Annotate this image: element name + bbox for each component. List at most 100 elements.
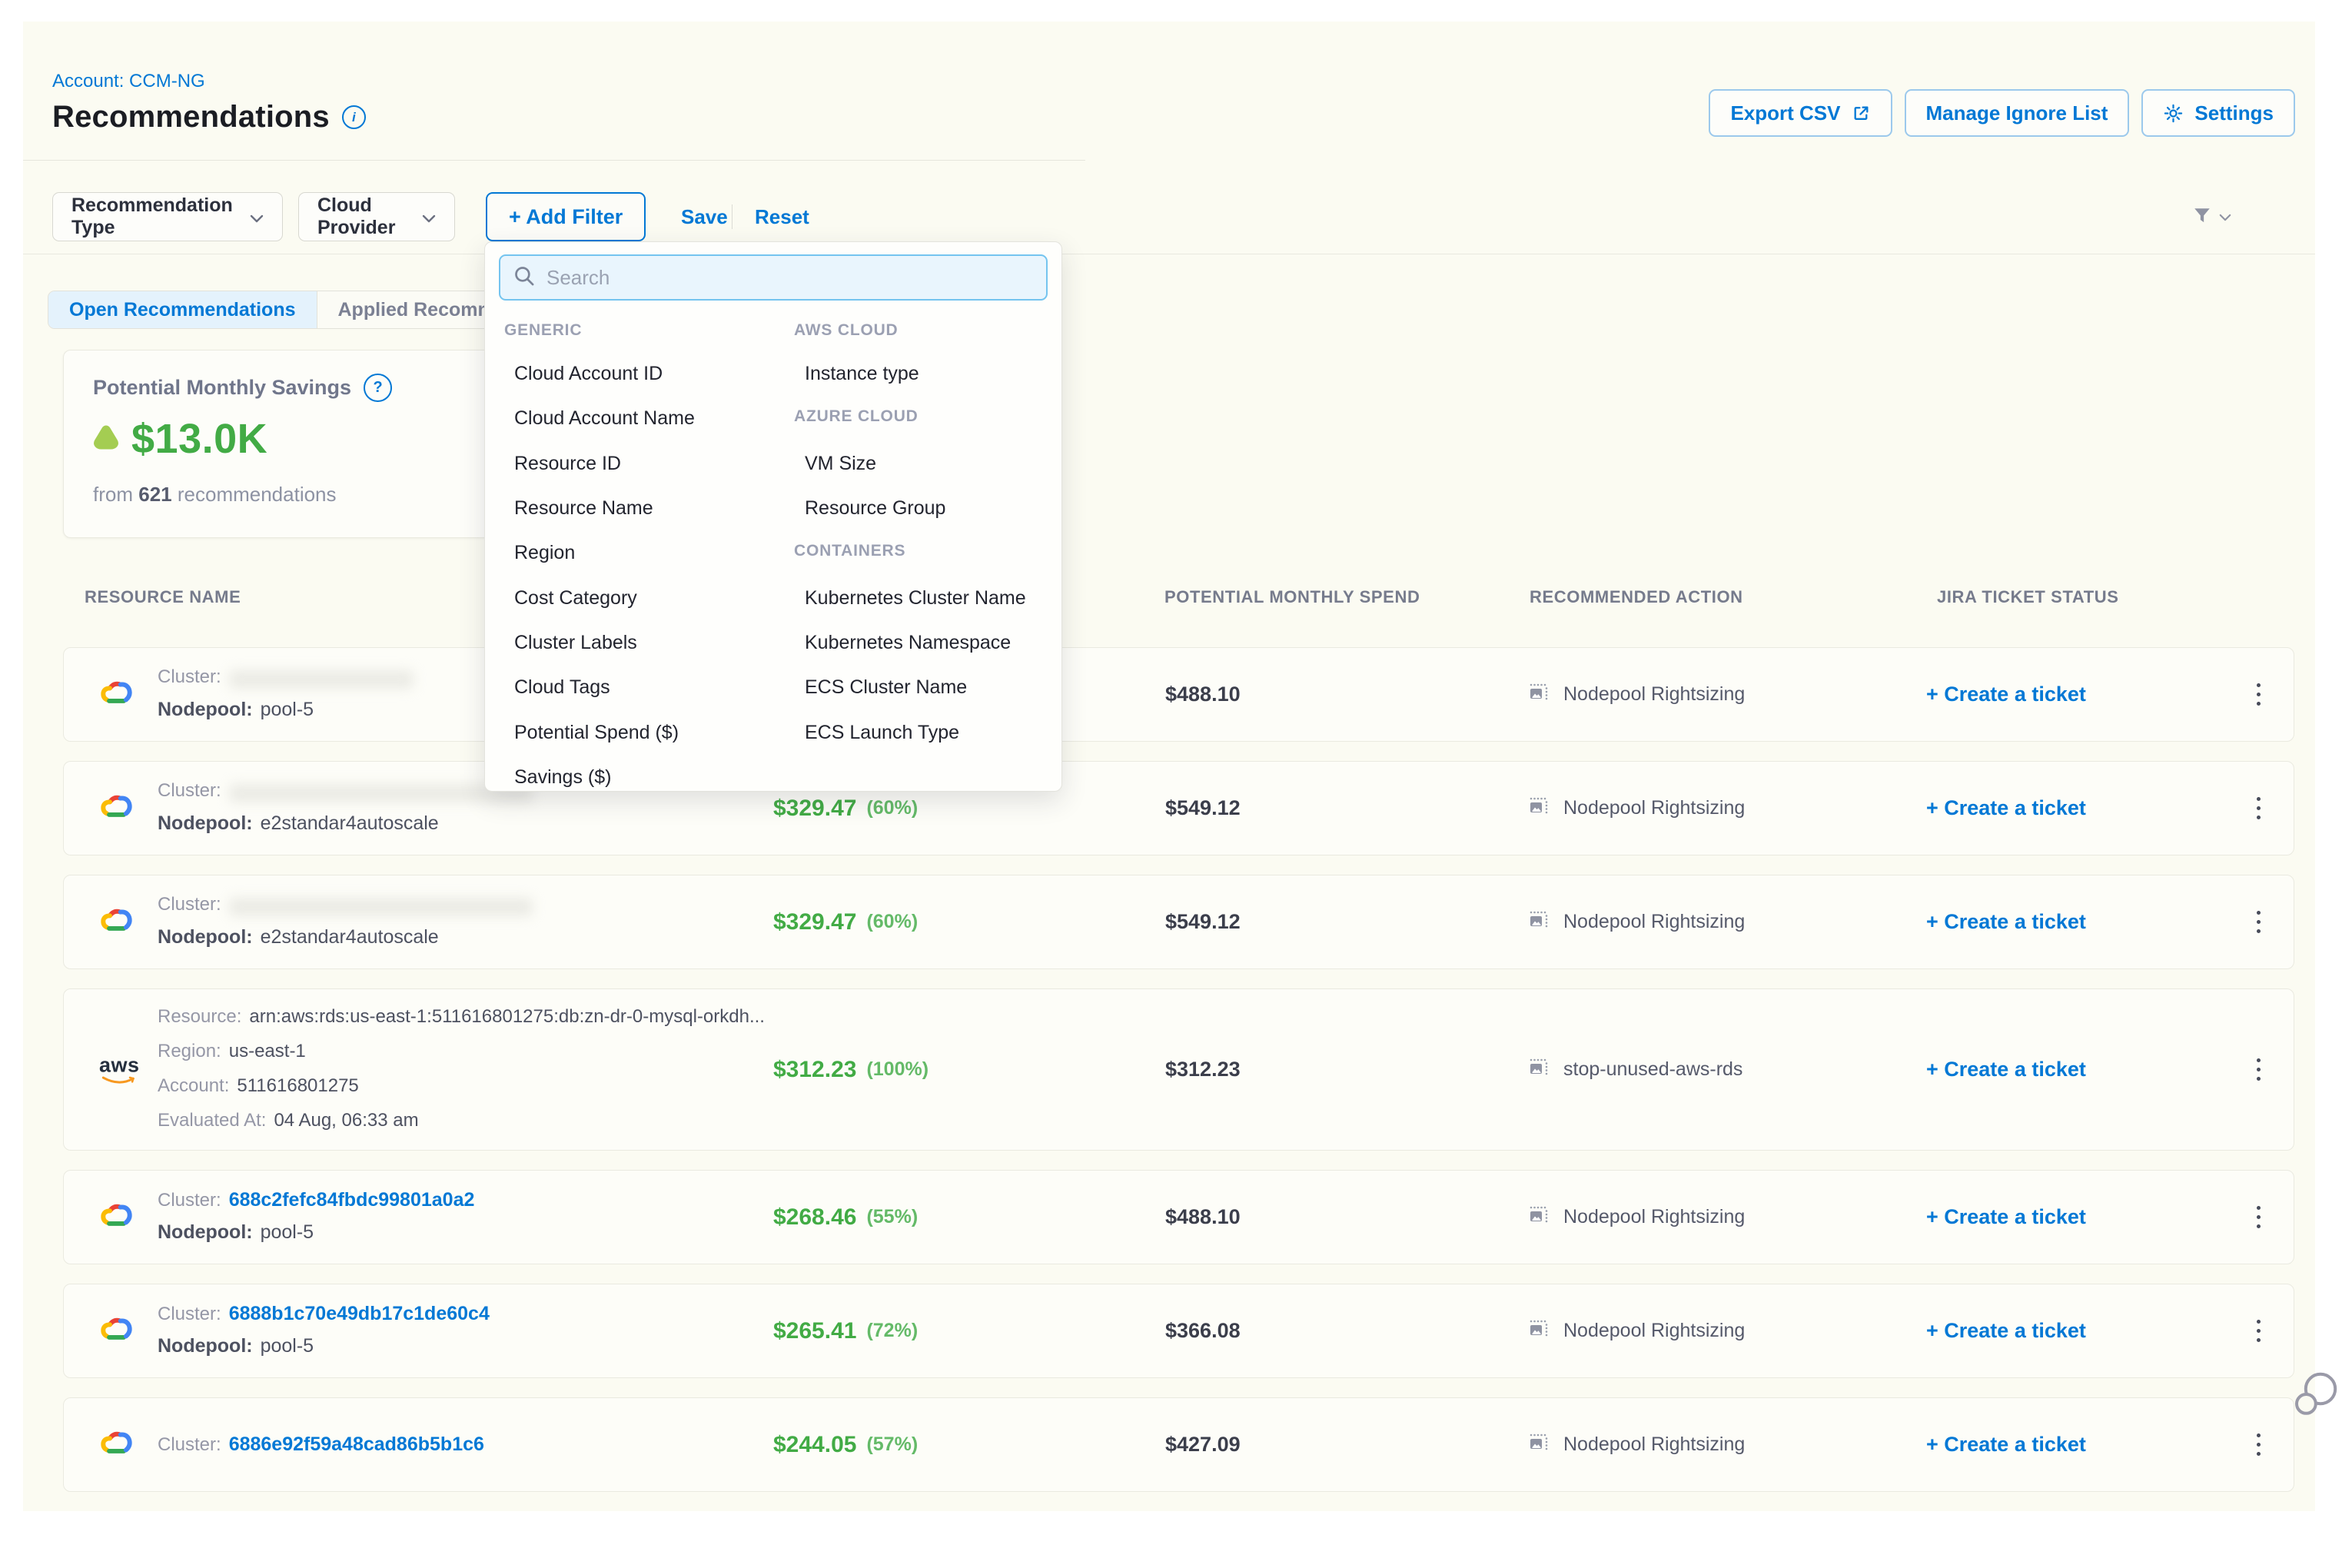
filter-option[interactable]: Kubernetes Namespace	[805, 632, 1011, 654]
recommendation-type-filter[interactable]: Recommendation Type	[52, 192, 283, 241]
filter-option[interactable]: Cluster Labels	[514, 632, 637, 654]
add-filter-button[interactable]: + Add Filter	[486, 192, 646, 241]
cluster-label: Cluster:	[158, 1304, 221, 1324]
create-ticket-button[interactable]: + Create a ticket	[1926, 1284, 2086, 1377]
filter-option[interactable]: Savings ($)	[514, 766, 611, 789]
filter-option[interactable]: Resource Name	[514, 497, 653, 520]
create-ticket-button[interactable]: + Create a ticket	[1926, 1171, 2086, 1264]
chevron-down-icon	[2219, 211, 2231, 225]
filter-option[interactable]: Cloud Account ID	[514, 363, 663, 385]
recommendation-row[interactable]: Cluster:688c2fefc84fbdc99801a0a2 Nodepool…	[63, 1170, 2294, 1264]
help-icon[interactable]: ?	[364, 374, 392, 402]
search-input[interactable]	[545, 265, 1034, 291]
create-ticket-button[interactable]: + Create a ticket	[1926, 989, 2086, 1150]
save-filter-button[interactable]: Save	[681, 192, 728, 241]
external-link-icon	[1852, 104, 1871, 123]
create-ticket-button[interactable]: + Create a ticket	[1926, 1398, 2086, 1491]
nodepool-value: e2standar4autoscale	[261, 926, 439, 948]
settings-label: Settings	[2194, 101, 2274, 125]
resource-detail-line: Evaluated At:04 Aug, 06:33 am	[158, 1110, 419, 1131]
potential-monthly-spend-cell: $488.10	[1165, 648, 1241, 741]
filter-option[interactable]: Potential Spend ($)	[514, 722, 679, 744]
cluster-label: Cluster:	[158, 666, 221, 687]
filter-option[interactable]: Resource ID	[514, 453, 621, 475]
recommended-action-label: Nodepool Rightsizing	[1563, 1206, 1745, 1228]
page-title-row: Recommendations i	[52, 100, 366, 135]
nodepool-label: Nodepool:	[158, 1221, 253, 1243]
savings-percent: (57%)	[866, 1433, 918, 1456]
recommendation-row[interactable]: Cluster:Nodepool:pool-5$488.10Nodepool R…	[63, 647, 2294, 742]
row-menu-button[interactable]	[2249, 1284, 2268, 1377]
cluster-label: Cluster:	[158, 780, 221, 801]
export-csv-button[interactable]: Export CSV	[1709, 89, 1892, 137]
nodepool-value: e2standar4autoscale	[261, 812, 439, 834]
nodepool-action-icon	[1528, 1056, 1550, 1083]
column-header: RESOURCE NAME	[85, 587, 241, 607]
support-chat-icon[interactable]	[2291, 1368, 2341, 1426]
create-ticket-button[interactable]: + Create a ticket	[1926, 762, 2086, 855]
cluster-line: Cluster:	[158, 780, 533, 802]
row-menu-button[interactable]	[2249, 875, 2268, 968]
search-icon	[513, 264, 536, 291]
recommendation-row[interactable]: Cluster:Nodepool:e2standar4autoscale$329…	[63, 761, 2294, 855]
detail-value: arn:aws:rds:us-east-1:511616801275:db:zn…	[249, 1006, 765, 1027]
filter-panel-toggle[interactable]	[2192, 206, 2231, 230]
tab-open-recommendations[interactable]: Open Recommendations	[48, 291, 317, 328]
recommended-action-label: Nodepool Rightsizing	[1563, 797, 1745, 819]
cluster-name-link[interactable]: 688c2fefc84fbdc99801a0a2	[229, 1189, 475, 1211]
page-title: Recommendations	[52, 100, 330, 135]
filter-option[interactable]: Region	[514, 542, 575, 564]
savings-amount: $13.0K	[131, 415, 267, 463]
filter-option[interactable]: VM Size	[805, 453, 876, 475]
filter-option[interactable]: Kubernetes Cluster Name	[805, 587, 1026, 610]
gcp-cloud-icon	[99, 1314, 135, 1347]
filter-option[interactable]: Cloud Account Name	[514, 407, 695, 430]
filter-option[interactable]: Resource Group	[805, 497, 945, 520]
chevron-down-icon	[422, 206, 436, 228]
filter-option[interactable]: Instance type	[805, 363, 919, 385]
filter-option[interactable]: Cloud Tags	[514, 676, 610, 699]
reset-filter-button[interactable]: Reset	[755, 192, 809, 241]
settings-button[interactable]: Settings	[2141, 89, 2295, 137]
nodepool-label: Nodepool:	[158, 812, 253, 834]
recommendation-row[interactable]: awsResource:arn:aws:rds:us-east-1:511616…	[63, 988, 2294, 1151]
recommendation-row[interactable]: Cluster:6888b1c70e49db17c1de60c4Nodepool…	[63, 1284, 2294, 1378]
row-menu-button[interactable]	[2249, 1171, 2268, 1264]
row-menu-button[interactable]	[2249, 1398, 2268, 1491]
monthly-savings-cell: $265.41 (72%)	[773, 1284, 918, 1377]
cluster-name-link[interactable]: 6886e92f59a48cad86b5b1c6	[229, 1433, 484, 1455]
cluster-line: Cluster:	[158, 894, 533, 916]
recommendation-row[interactable]: Cluster:6886e92f59a48cad86b5b1c6$244.05(…	[63, 1397, 2294, 1492]
filter-option[interactable]: Cost Category	[514, 587, 637, 610]
row-menu-button[interactable]	[2249, 989, 2268, 1150]
filter-section-label: AWS CLOUD	[794, 321, 899, 340]
recommended-action-label: Nodepool Rightsizing	[1563, 1433, 1745, 1456]
header-divider	[23, 160, 1085, 161]
create-ticket-button[interactable]: + Create a ticket	[1926, 875, 2086, 968]
recommended-action-cell: Nodepool Rightsizing	[1528, 1398, 1745, 1491]
nodepool-action-icon	[1528, 681, 1550, 708]
manage-ignore-list-button[interactable]: Manage Ignore List	[1905, 89, 2130, 137]
potential-monthly-savings-card: Potential Monthly Savings ? $13.0K from …	[63, 350, 492, 538]
recommendation-row[interactable]: Cluster:Nodepool:e2standar4autoscale$329…	[63, 875, 2294, 969]
filter-section-label: AZURE CLOUD	[794, 407, 919, 426]
cluster-name-link[interactable]: 6888b1c70e49db17c1de60c4	[229, 1303, 490, 1324]
account-breadcrumb[interactable]: Account: CCM-NG	[52, 71, 205, 92]
filter-option[interactable]: ECS Launch Type	[805, 722, 959, 744]
cluster-line: Cluster:688c2fefc84fbdc99801a0a2	[158, 1189, 474, 1211]
column-header: POTENTIAL MONTHLY SPEND	[1164, 587, 1420, 607]
cloud-provider-filter[interactable]: Cloud Provider	[298, 192, 455, 241]
savings-amount: $265.41	[773, 1318, 856, 1344]
row-menu-button[interactable]	[2249, 648, 2268, 741]
monthly-savings-cell: $329.47(60%)	[773, 875, 918, 968]
create-ticket-button[interactable]: + Create a ticket	[1926, 648, 2086, 741]
cluster-line: Cluster:6886e92f59a48cad86b5b1c6	[158, 1433, 484, 1456]
filter-option[interactable]: ECS Cluster Name	[805, 676, 967, 699]
row-menu-button[interactable]	[2249, 762, 2268, 855]
info-icon[interactable]: i	[342, 105, 366, 129]
savings-percent: (72%)	[866, 1320, 918, 1342]
cluster-line: Cluster:	[158, 666, 414, 689]
savings-percent: (55%)	[866, 1206, 918, 1228]
gcp-cloud-icon	[99, 1201, 135, 1234]
nodepool-line: Nodepool:pool-5	[158, 699, 314, 721]
